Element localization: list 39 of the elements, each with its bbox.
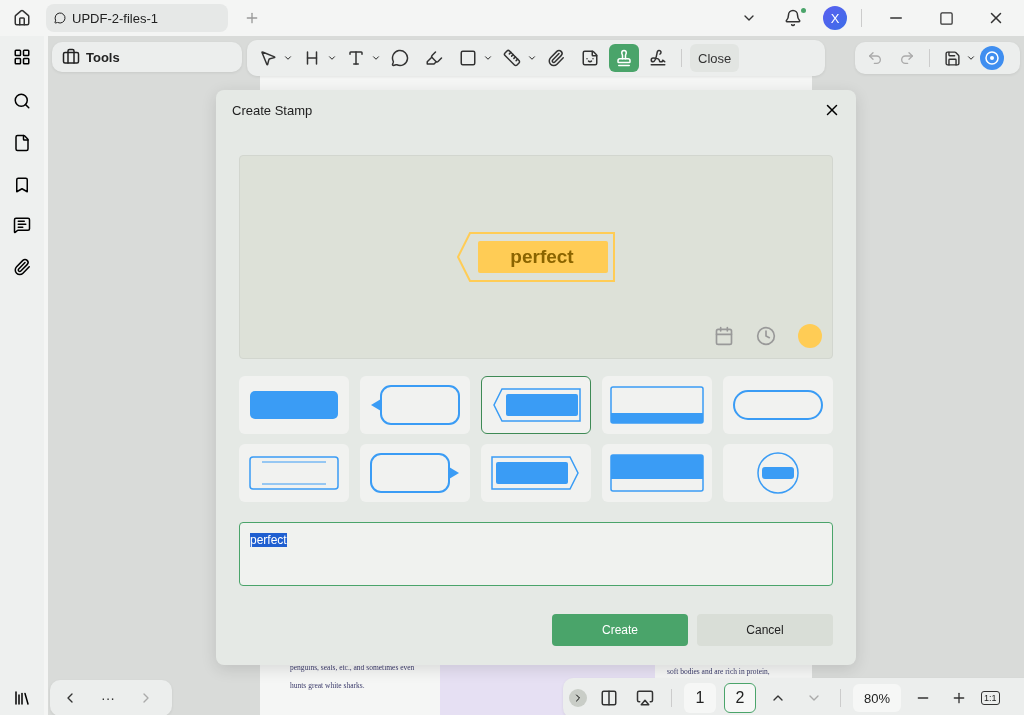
stamp-style-option[interactable] — [723, 444, 833, 502]
comment-icon[interactable] — [13, 216, 31, 234]
dialog-title: Create Stamp — [232, 102, 313, 118]
paperclip-icon[interactable] — [13, 258, 31, 276]
expand-icon[interactable] — [569, 689, 587, 707]
stamp-style-option[interactable] — [602, 444, 712, 502]
chevron-down-icon[interactable] — [371, 53, 381, 63]
page-number[interactable]: 1 — [684, 683, 716, 713]
chevron-down-icon[interactable] — [966, 53, 976, 63]
zoom-level[interactable]: 80% — [853, 684, 901, 712]
library-icon[interactable] — [13, 689, 31, 707]
page-number[interactable]: 2 — [724, 683, 756, 713]
stamp-style-option[interactable] — [360, 444, 470, 502]
chevron-down-icon[interactable] — [483, 53, 493, 63]
grid-icon[interactable] — [13, 48, 31, 66]
bookmark-icon[interactable] — [13, 176, 31, 194]
comment-icon — [54, 12, 66, 24]
color-swatch[interactable] — [798, 324, 822, 348]
actual-size-button[interactable]: 1:1 — [981, 691, 1000, 705]
toolbox-icon — [62, 48, 80, 66]
stamp-style-option[interactable] — [481, 376, 591, 434]
document-tab[interactable]: UPDF-2-files-1 — [46, 4, 228, 32]
stamp-style-option[interactable] — [360, 376, 470, 434]
stamp-style-option[interactable] — [602, 376, 712, 434]
stamp-text: perfect — [509, 246, 575, 268]
more-button[interactable]: ··· — [88, 690, 128, 706]
search-icon[interactable] — [13, 92, 31, 110]
close-button[interactable]: Close — [690, 44, 740, 72]
chevron-down-icon[interactable] — [283, 53, 293, 63]
page-icon[interactable] — [13, 134, 31, 152]
stamp-style-option[interactable] — [481, 444, 591, 502]
stamp-style-option[interactable] — [239, 376, 349, 434]
assistant-icon[interactable] — [980, 46, 1004, 70]
stamp-text-field[interactable]: perfect — [239, 522, 833, 586]
cancel-button[interactable]: Cancel — [697, 614, 833, 646]
chevron-down-icon[interactable] — [327, 53, 337, 63]
chevron-down-icon[interactable] — [527, 53, 537, 63]
account-avatar[interactable]: X — [823, 6, 847, 30]
stamp-style-option[interactable] — [723, 376, 833, 434]
